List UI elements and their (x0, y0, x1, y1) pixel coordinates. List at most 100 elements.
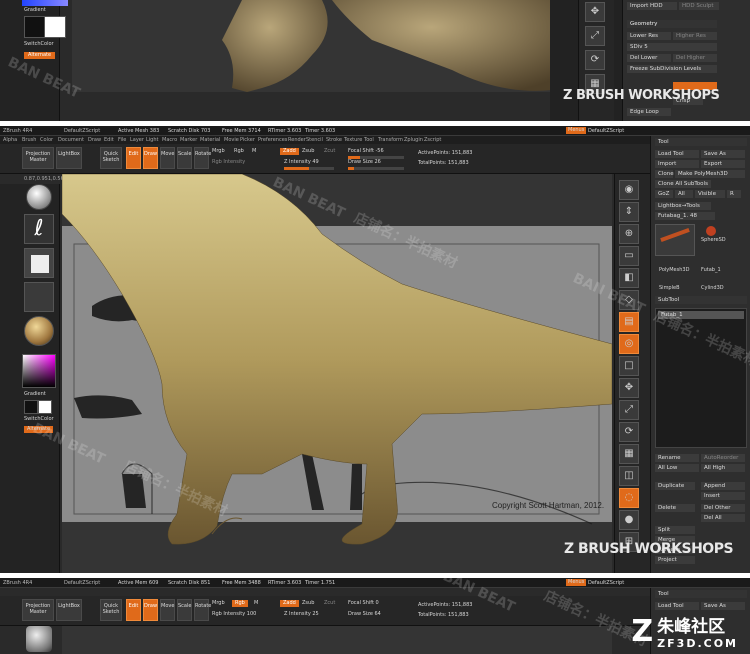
focal-shift-slider[interactable]: Focal Shift 0 (348, 601, 379, 606)
canvas-top[interactable] (72, 0, 572, 92)
del-other-button[interactable]: Del Other (701, 504, 745, 512)
move-icon[interactable]: ✥ (619, 378, 639, 398)
draw-size-slider[interactable]: Draw Size 64 (348, 612, 381, 617)
menu-item-color[interactable]: Color (40, 138, 53, 143)
rgb-toggle[interactable]: Rgb (232, 600, 248, 607)
main-color-swatch[interactable] (24, 400, 38, 414)
all-low-button[interactable]: All Low (655, 464, 699, 472)
zsub-toggle[interactable]: Zsub (302, 601, 314, 606)
menu-item-tool[interactable]: Tool (364, 138, 374, 143)
menu-item-material[interactable]: Material (200, 138, 220, 143)
import-hdd-button[interactable]: Import HDD (627, 2, 677, 10)
menu-item-macro[interactable]: Macro (162, 138, 177, 143)
alpha-slot[interactable] (24, 248, 54, 278)
projection-master-button[interactable]: Projection Master (22, 147, 54, 169)
menu-item-zscript[interactable]: Zscript (424, 138, 441, 143)
aahalf-icon[interactable]: ◧ (619, 268, 639, 288)
menu-item-alpha[interactable]: Alpha (3, 138, 17, 143)
secondary-color-swatch[interactable] (38, 400, 52, 414)
menu-item-light[interactable]: Light (146, 138, 158, 143)
project-button[interactable]: Project (655, 556, 695, 564)
menu-item-render[interactable]: Render (288, 138, 306, 143)
duplicate-button[interactable]: Duplicate (655, 482, 695, 490)
clay-brush-icon[interactable] (26, 626, 52, 652)
edit-button[interactable]: Edit (126, 599, 141, 621)
scale-button[interactable]: Scale (177, 147, 192, 169)
edge-loop-button[interactable]: Edge Loop (627, 108, 671, 116)
texture-slot[interactable] (24, 282, 54, 312)
hdd-sculpt-button[interactable]: HDD Sculpt (679, 2, 719, 10)
polyframe-icon[interactable]: ▦ (619, 444, 639, 464)
rotate-icon[interactable]: ⟳ (619, 422, 639, 442)
menu-item-draw[interactable]: Draw (88, 138, 101, 143)
zsub-toggle[interactable]: Zsub (302, 149, 314, 154)
higher-res-button[interactable]: Higher Res (673, 32, 717, 40)
edit-button[interactable]: Edit (126, 147, 141, 169)
del-lower-button[interactable]: Del Lower (627, 54, 671, 62)
move-icon[interactable]: ✥ (585, 2, 605, 22)
quick-sketch-button[interactable]: Quick Sketch (100, 599, 122, 621)
draw-button[interactable]: Draw (143, 599, 158, 621)
material-icon[interactable] (24, 316, 54, 346)
transp-icon[interactable]: ◫ (619, 466, 639, 486)
tool-thumb-futab-label[interactable]: Futab_1 (701, 268, 721, 273)
m-toggle[interactable]: M (254, 601, 258, 606)
tool-thumb-simpleb-label[interactable]: SimpleB (659, 286, 680, 291)
append-button[interactable]: Append (701, 482, 745, 490)
menu-item-picker[interactable]: Picker (240, 138, 255, 143)
ghost-icon[interactable]: ◌ (619, 488, 639, 508)
canvas-main[interactable]: Copyright Scott Hartman, 2012. (61, 173, 613, 573)
del-higher-button[interactable]: Del Higher (673, 54, 717, 62)
menu-item-layer[interactable]: Layer (130, 138, 144, 143)
menu-item-stroke[interactable]: Stroke (326, 138, 342, 143)
insert-button[interactable]: Insert (701, 492, 745, 500)
gradient-swatch[interactable] (22, 0, 68, 6)
lightbox-tools-button[interactable]: Lightbox→Tools (655, 202, 711, 210)
scale-button[interactable]: Scale (177, 599, 192, 621)
projection-master-button[interactable]: Projection Master (22, 599, 54, 621)
menu-item-texture[interactable]: Texture (344, 138, 362, 143)
switch-color-button[interactable]: SwitchColor (24, 42, 54, 47)
main-color-swatch[interactable] (24, 16, 46, 38)
alternate-button[interactable]: Alternate (24, 52, 56, 59)
save-as-button[interactable]: Save As (701, 150, 745, 158)
default-zscript-label-bottom[interactable]: DefaultZScript (588, 581, 624, 586)
actual-icon[interactable]: ▭ (619, 246, 639, 266)
load-tool-button[interactable]: Load Tool (655, 602, 699, 610)
clone-all-subtools-button[interactable]: Clone All SubTools (655, 180, 711, 188)
draw-button[interactable]: Draw (143, 147, 158, 169)
split-button[interactable]: Split (655, 526, 695, 534)
mrgb-toggle[interactable]: Mrgb (212, 149, 225, 154)
m-toggle[interactable]: M (252, 149, 256, 154)
rotate-button[interactable]: Rotate (194, 599, 211, 621)
menu-item-transform[interactable]: Transform (378, 138, 403, 143)
draw-size-track[interactable] (348, 167, 404, 170)
mrgb-toggle[interactable]: Mrgb (212, 601, 225, 606)
zcut-toggle[interactable]: Zcut (324, 149, 335, 154)
menu-item-edit[interactable]: Edit (104, 138, 114, 143)
freehand-stroke-icon[interactable]: ℓ (24, 214, 54, 244)
rotate-button[interactable]: Rotate (194, 147, 211, 169)
rotate-icon[interactable]: ⟳ (585, 50, 605, 70)
save-as-button[interactable]: Save As (701, 602, 745, 610)
scale-icon[interactable]: ⤢ (585, 26, 605, 46)
visible-button[interactable]: Visible (695, 190, 725, 198)
zadd-toggle[interactable]: Zadd (280, 600, 299, 607)
tool-header[interactable]: Tool (655, 138, 747, 146)
standard-brush-icon[interactable] (26, 184, 52, 210)
export-button[interactable]: Export (701, 160, 745, 168)
menus-button[interactable]: Menus (566, 127, 587, 134)
all-high-button[interactable]: All High (701, 464, 745, 472)
scroll-icon[interactable]: ⇕ (619, 202, 639, 222)
move-button[interactable]: Move (160, 599, 175, 621)
tool-thumb-polymesh3d-label[interactable]: PolyMesh3D (659, 268, 689, 273)
import-button[interactable]: Import (655, 160, 699, 168)
menu-item-movie[interactable]: Movie (224, 138, 239, 143)
draw-size-slider[interactable]: Draw Size 26 (348, 160, 381, 165)
make-polymesh-button[interactable]: Make PolyMesh3D (675, 170, 745, 178)
quick-sketch-button[interactable]: Quick Sketch (100, 147, 122, 169)
tool-thumb-cylinder-label[interactable]: Cylind3D (701, 286, 724, 291)
geometry-header[interactable]: Geometry (627, 20, 717, 28)
lightbox-button[interactable]: LightBox (56, 599, 82, 621)
solo-icon[interactable]: ● (619, 510, 639, 530)
